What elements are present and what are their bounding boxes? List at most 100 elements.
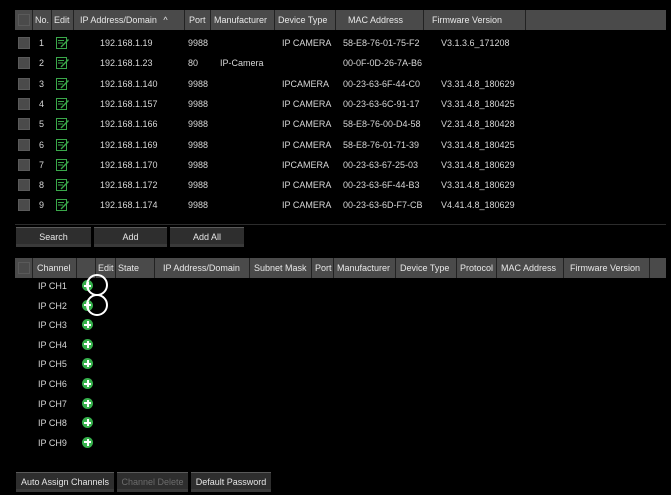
edit-icon[interactable] xyxy=(56,77,69,90)
auto-assign-channels-button[interactable]: Auto Assign Channels xyxy=(16,472,114,492)
default-password-button[interactable]: Default Password xyxy=(191,472,271,492)
highlight-circle xyxy=(86,293,108,316)
cell-ip: 192.168.1.19 xyxy=(100,38,153,48)
channel-row[interactable] xyxy=(15,336,666,355)
row-checkbox[interactable] xyxy=(18,199,30,212)
ch-header-protocol[interactable]: Protocol xyxy=(457,258,497,278)
channel-label: IP CH9 xyxy=(38,437,67,448)
cell-no: 2 xyxy=(39,58,45,69)
cell-no: 6 xyxy=(39,139,45,150)
ch-header-state[interactable]: State xyxy=(116,258,155,278)
cell-mac: 58-E8-76-01-71-39 xyxy=(343,139,420,150)
channel-label: IP CH3 xyxy=(38,320,67,331)
channel-row[interactable] xyxy=(15,375,666,394)
channel-row[interactable] xyxy=(15,297,666,316)
add-channel-icon[interactable] xyxy=(82,397,93,409)
row-checkbox[interactable] xyxy=(18,118,30,131)
edit-icon[interactable] xyxy=(56,57,69,70)
edit-icon[interactable] xyxy=(56,138,69,151)
ch-header-port[interactable]: Port xyxy=(312,258,334,278)
edit-icon[interactable] xyxy=(56,199,69,212)
col-header-device-type[interactable]: Device Type xyxy=(275,10,336,30)
ch-header-mac[interactable]: MAC Address xyxy=(497,258,564,278)
channel-delete-button[interactable]: Channel Delete xyxy=(117,472,188,492)
cell-no: 3 xyxy=(39,78,45,89)
cell-firmware: V3.31.4.8_180425 xyxy=(441,98,515,109)
cell-device-type: IP CAMERA xyxy=(282,98,332,109)
cell-mac: 00-23-63-6C-91-17 xyxy=(343,98,420,109)
channel-label: IP CH4 xyxy=(38,339,67,350)
cell-mac: 00-23-63-67-25-03 xyxy=(343,159,419,170)
col-header-no[interactable]: No. xyxy=(33,10,52,30)
cell-device-type: IP CAMERA xyxy=(282,139,332,150)
row-checkbox[interactable] xyxy=(18,57,30,70)
col-header-mac[interactable]: MAC Address xyxy=(336,10,424,30)
cell-firmware: V3.1.3.6_171208 xyxy=(441,38,510,48)
cell-ip: 192.168.1.157 xyxy=(100,98,158,109)
ch-header-channel[interactable]: Channel xyxy=(33,258,77,278)
cell-device-type: IP CAMERA xyxy=(282,200,332,211)
cell-mac: 58-E8-76-00-D4-58 xyxy=(343,119,421,130)
edit-icon[interactable] xyxy=(56,179,69,192)
cell-port: 80 xyxy=(188,58,199,69)
channel-row[interactable] xyxy=(15,277,666,296)
sort-ascending-icon[interactable]: ^ xyxy=(163,15,167,25)
add-channel-icon[interactable] xyxy=(82,378,93,389)
cell-port: 9988 xyxy=(188,119,209,130)
cell-mac: 00-23-63-6F-44-B3 xyxy=(343,180,420,191)
channel-label: IP CH5 xyxy=(38,359,67,370)
channel-label: IP CH1 xyxy=(38,281,67,291)
row-checkbox[interactable] xyxy=(18,97,30,110)
ch-header-subnet[interactable]: Subnet Mask xyxy=(250,258,312,278)
highlight-circle xyxy=(86,274,108,296)
channel-row[interactable] xyxy=(15,434,666,453)
row-checkbox[interactable] xyxy=(18,138,30,151)
cell-ip: 192.168.1.140 xyxy=(100,78,158,89)
header-filler xyxy=(526,10,666,30)
channel-row[interactable] xyxy=(15,316,666,335)
edit-icon[interactable] xyxy=(56,158,69,171)
add-all-button[interactable]: Add All xyxy=(170,227,244,247)
channel-select-all-checkbox[interactable] xyxy=(18,262,30,274)
add-button[interactable]: Add xyxy=(94,227,167,247)
cell-device-type: IP CAMERA xyxy=(282,38,332,48)
add-channel-icon[interactable] xyxy=(82,338,93,350)
row-checkbox[interactable] xyxy=(18,77,30,90)
ch-header-ip[interactable]: IP Address/Domain xyxy=(155,258,250,278)
select-all-checkbox[interactable] xyxy=(18,14,30,26)
cell-device-type: IPCAMERA xyxy=(282,78,330,89)
cell-device-type: IPCAMERA xyxy=(282,159,330,170)
cell-no: 8 xyxy=(39,180,45,191)
cell-ip: 192.168.1.170 xyxy=(100,159,158,170)
cell-port: 9988 xyxy=(188,98,209,109)
cell-device-type: IP CAMERA xyxy=(282,180,332,191)
col-header-manufacturer[interactable]: Manufacturer xyxy=(211,10,275,30)
col-header-edit[interactable]: Edit xyxy=(52,10,74,30)
cell-no: 9 xyxy=(39,200,45,211)
cell-port: 9988 xyxy=(188,38,209,48)
channel-row[interactable] xyxy=(15,395,666,414)
channel-row[interactable] xyxy=(15,355,666,374)
edit-icon[interactable] xyxy=(56,37,69,49)
device-table-divider xyxy=(15,224,666,225)
search-button[interactable]: Search xyxy=(16,227,91,247)
channel-row[interactable] xyxy=(15,414,666,433)
cell-no: 5 xyxy=(39,119,45,130)
channel-label: IP CH7 xyxy=(38,398,67,409)
cell-mac: 00-0F-0D-26-7A-B6 xyxy=(343,58,423,69)
ch-header-firmware[interactable]: Firmware Version xyxy=(564,258,650,278)
col-header-ip[interactable]: IP Address/Domain ^ xyxy=(74,10,185,30)
cell-port: 9988 xyxy=(188,139,209,150)
row-checkbox[interactable] xyxy=(18,158,30,171)
edit-icon[interactable] xyxy=(56,97,69,110)
add-channel-icon[interactable] xyxy=(82,436,93,448)
ch-header-device-type[interactable]: Device Type xyxy=(396,258,457,278)
cell-no: 4 xyxy=(39,98,45,109)
row-checkbox[interactable] xyxy=(18,179,30,192)
row-checkbox[interactable] xyxy=(18,37,30,49)
col-header-firmware[interactable]: Firmware Version xyxy=(424,10,526,30)
col-header-port[interactable]: Port xyxy=(185,10,211,30)
edit-icon[interactable] xyxy=(56,118,69,131)
ch-header-manufacturer[interactable]: Manufacturer xyxy=(334,258,396,278)
channel-label: IP CH8 xyxy=(38,418,67,429)
